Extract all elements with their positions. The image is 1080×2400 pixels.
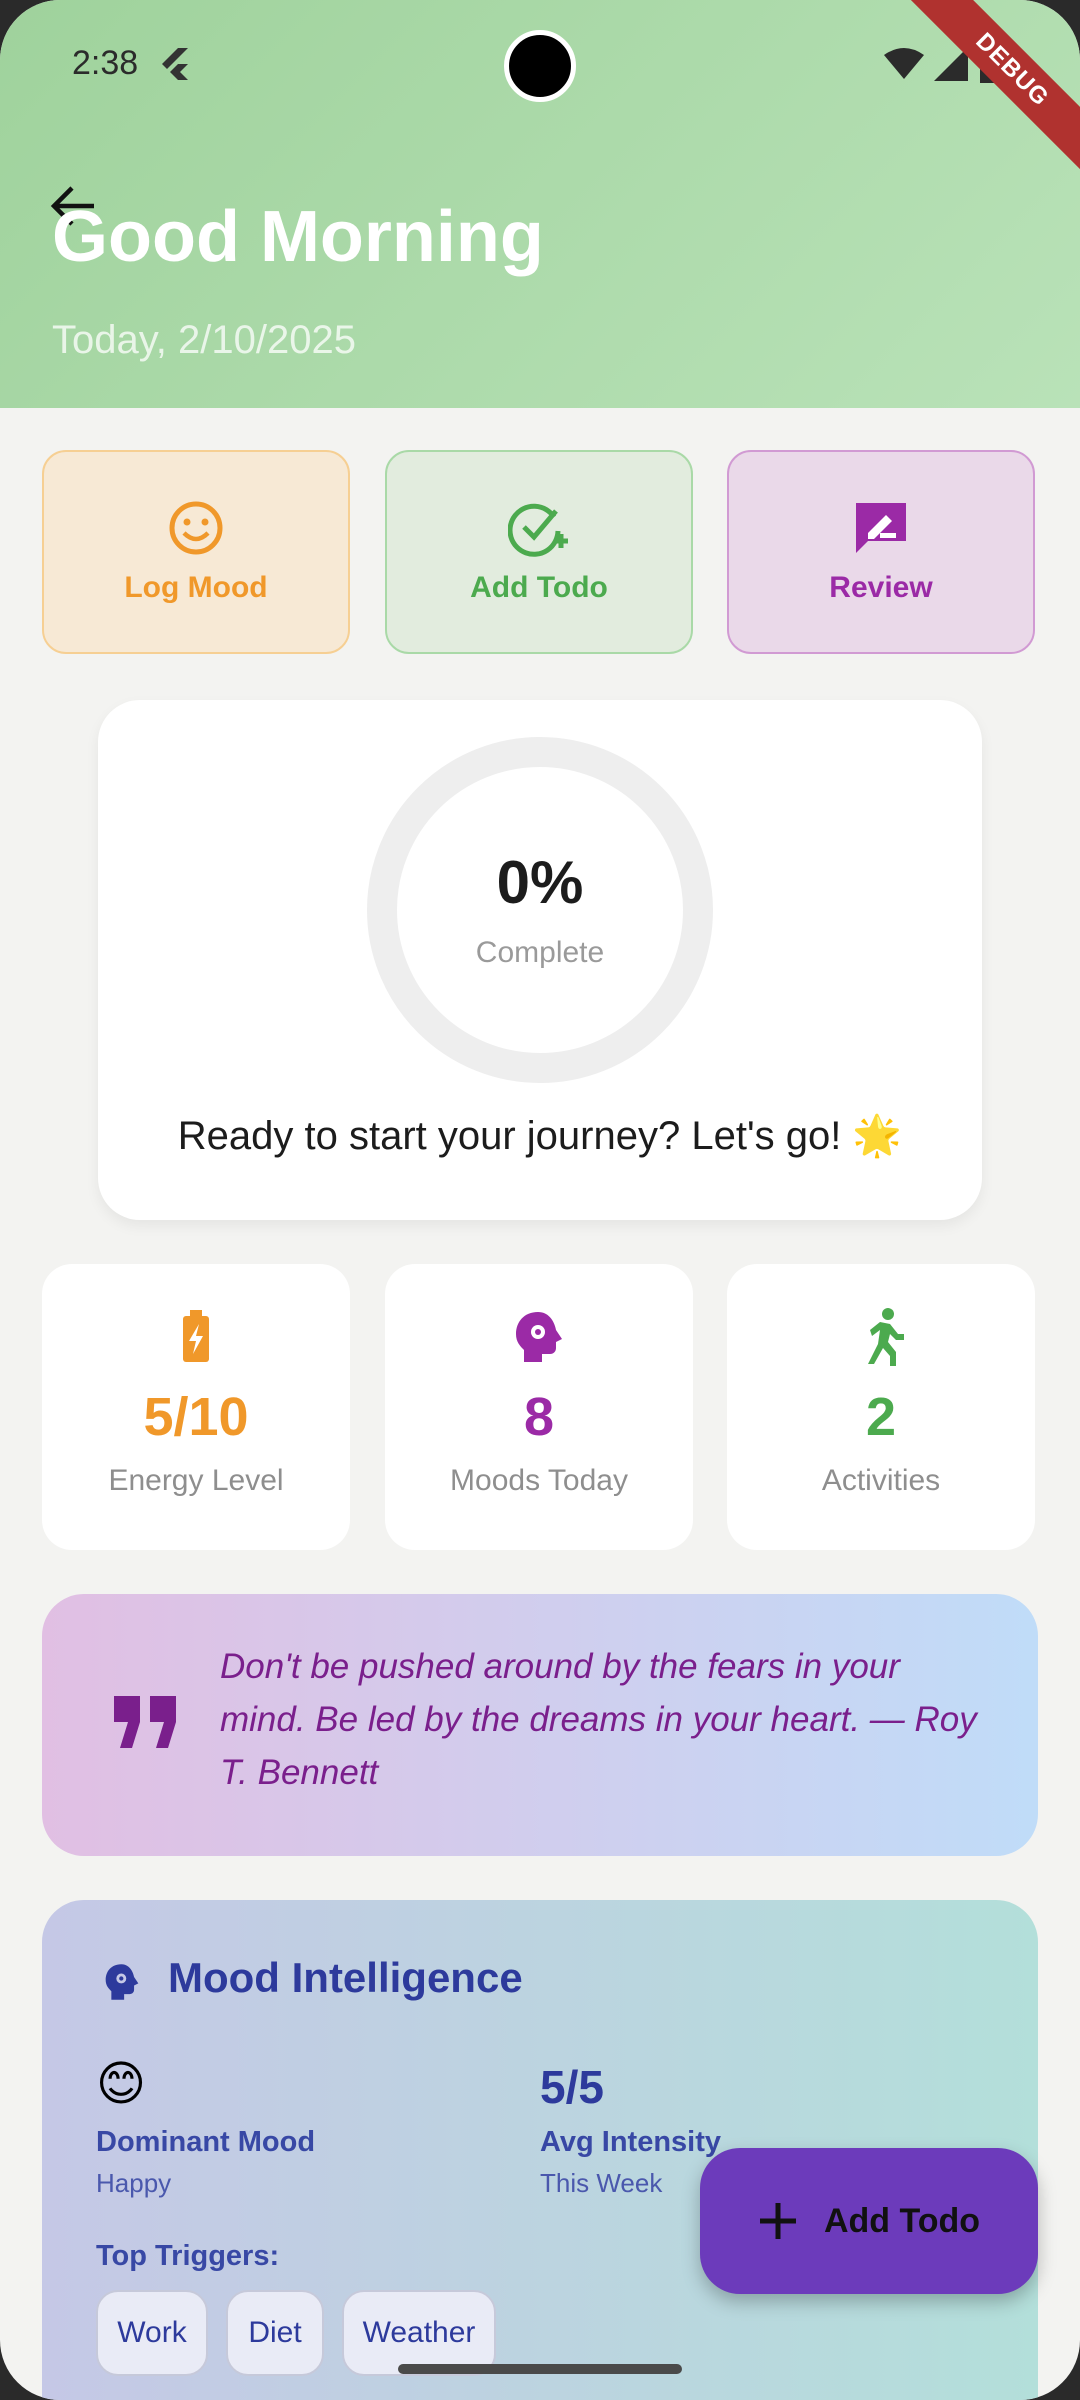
quote-icon (114, 1696, 176, 1748)
daily-progress-card: 0% Complete Ready to start your journey?… (98, 700, 982, 1220)
activities-label: Activities (821, 1464, 941, 1497)
dominant-mood-value: Happy (96, 2168, 172, 2198)
log-mood-label: Log Mood (124, 571, 268, 604)
rate-review-icon (856, 503, 906, 553)
smiley-icon (169, 501, 223, 555)
trigger-chip[interactable]: Diet (226, 2290, 324, 2376)
avg-intensity-value: 5/5 (540, 2061, 604, 2113)
avg-intensity-period: This Week (540, 2168, 663, 2198)
psychology-icon (105, 1964, 139, 2000)
battery-charging-icon (183, 1310, 209, 1362)
review-button[interactable]: Review (727, 450, 1035, 654)
debug-banner: DEBUG (904, 0, 1080, 178)
dominant-mood-emoji: 😊 (96, 2058, 147, 2111)
header: 2:38 DEBUG Good Morning Today, 2/10/2025 (0, 0, 1080, 408)
log-mood-button[interactable]: Log Mood (42, 450, 350, 654)
app-screen: 2:38 DEBUG Good Morning Today, 2/10/2025… (0, 0, 1080, 2400)
avg-intensity-label: Avg Intensity (540, 2126, 722, 2158)
wifi-icon (884, 48, 924, 79)
quote-text: Don't be pushed around by the fears in y… (220, 1647, 977, 1792)
add-todo-button[interactable]: Add Todo (385, 450, 693, 654)
mood-intelligence-title: Mood Intelligence (168, 1954, 523, 2001)
moods-stat-card: 8 Moods Today (385, 1264, 693, 1550)
trigger-chip[interactable]: Work (96, 2290, 208, 2376)
date-subtitle: Today, 2/10/2025 (52, 318, 356, 362)
moods-label: Moods Today (450, 1464, 628, 1497)
energy-label: Energy Level (108, 1464, 284, 1497)
progress-label: Complete (475, 936, 605, 969)
energy-stat-card: 5/10 Energy Level (42, 1264, 350, 1550)
running-icon (868, 1308, 904, 1366)
fab-label: Add Todo (823, 2201, 981, 2240)
quote-card: Don't be pushed around by the fears in y… (42, 1594, 1038, 1856)
activities-stat-card: 2 Activities (727, 1264, 1035, 1550)
top-triggers-label: Top Triggers: (96, 2240, 280, 2272)
add-todo-fab[interactable]: Add Todo (700, 2148, 1038, 2294)
camera-cutout (504, 30, 576, 102)
status-time: 2:38 (72, 44, 139, 82)
moods-value: 8 (523, 1387, 555, 1447)
review-label: Review (829, 571, 933, 604)
plus-icon (759, 2203, 796, 2239)
add-todo-label: Add Todo (470, 571, 608, 604)
progress-percent: 0% (496, 849, 584, 916)
check-plus-icon (508, 503, 568, 557)
psychology-icon (516, 1312, 562, 1362)
flutter-icon (162, 48, 188, 80)
dominant-mood-label: Dominant Mood (96, 2126, 316, 2158)
home-indicator[interactable] (398, 2364, 682, 2374)
greeting-title: Good Morning (52, 197, 544, 277)
energy-value: 5/10 (143, 1387, 249, 1447)
progress-message: Ready to start your journey? Let's go! 🌟 (177, 1114, 903, 1158)
activities-value: 2 (865, 1387, 897, 1447)
